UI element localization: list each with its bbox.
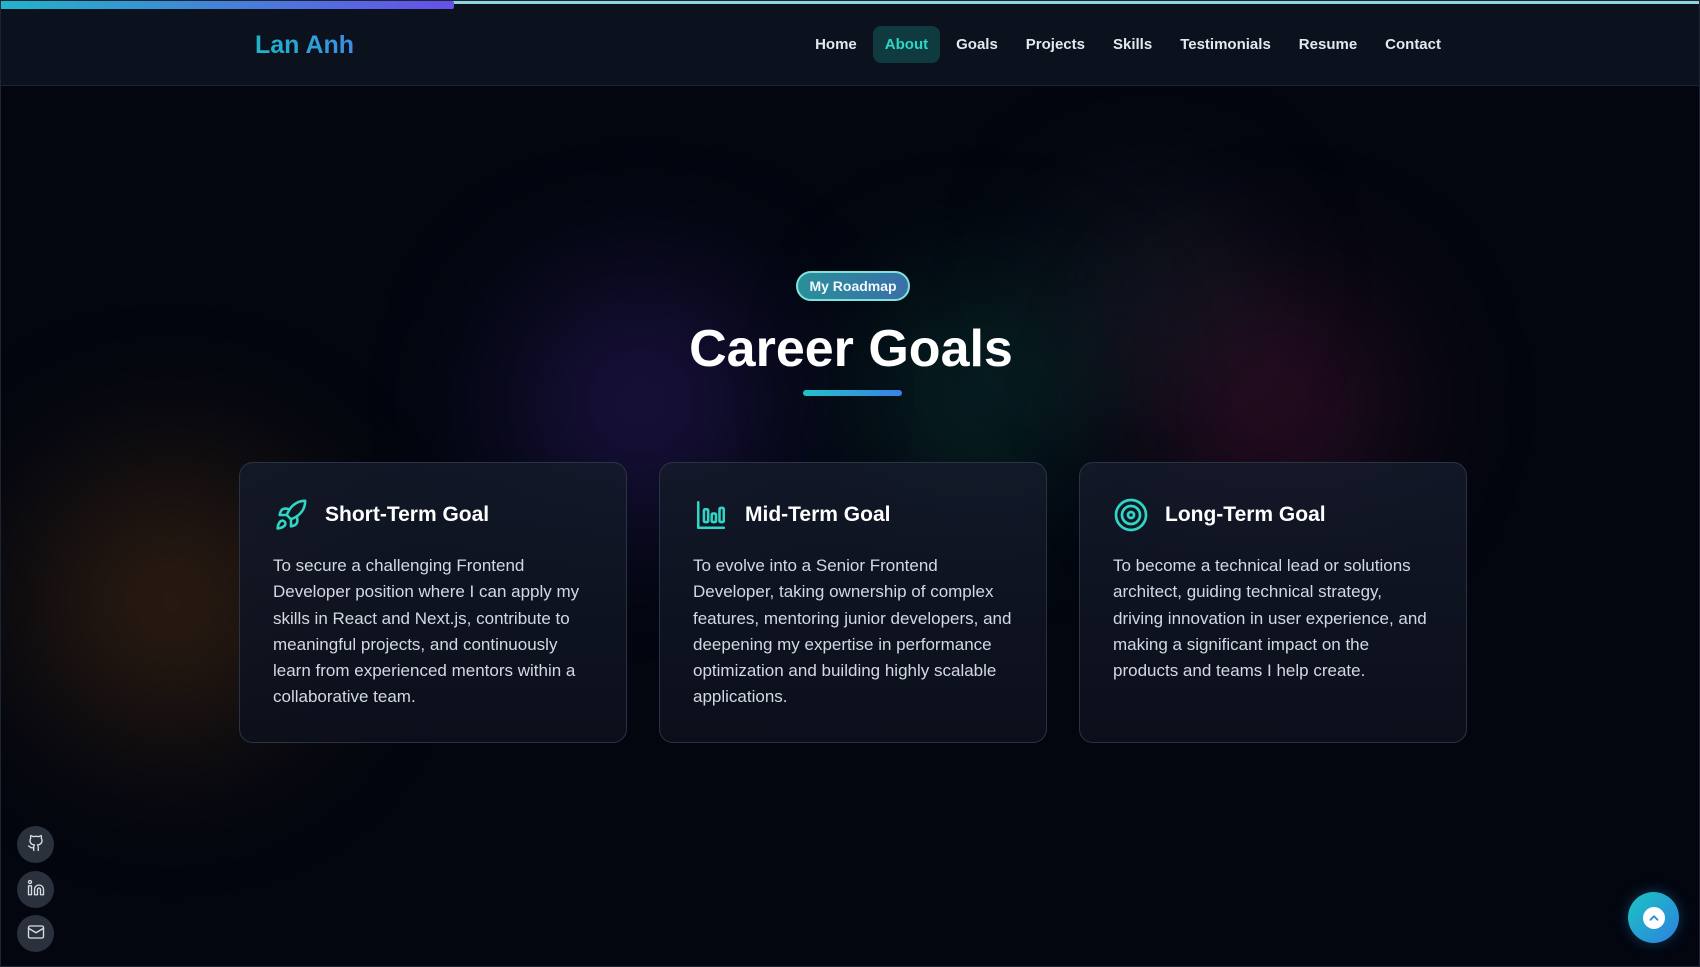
nav-goals[interactable]: Goals [944, 26, 1010, 63]
github-icon [27, 834, 45, 856]
site-header: Lan Anh Home About Goals Projects Skills… [1, 4, 1699, 86]
mail-icon [27, 923, 45, 945]
main-nav: Home About Goals Projects Skills Testimo… [803, 26, 1453, 63]
goal-card-mid-term: Mid-Term Goal To evolve into a Senior Fr… [659, 462, 1047, 743]
linkedin-icon [27, 879, 45, 901]
goal-title: Short-Term Goal [325, 503, 490, 526]
linkedin-button[interactable] [17, 871, 54, 908]
goal-description: To become a technical lead or solutions … [1113, 556, 1427, 681]
target-icon [1113, 497, 1149, 533]
section-title: Career Goals [689, 320, 1013, 378]
scroll-progress-bar [1, 1, 455, 9]
goal-title: Long-Term Goal [1165, 503, 1326, 526]
site-logo[interactable]: Lan Anh [255, 31, 354, 60]
email-button[interactable] [17, 915, 54, 952]
goal-title: Mid-Term Goal [745, 503, 891, 526]
goal-description: To evolve into a Senior Frontend Develop… [693, 556, 1012, 707]
section-badge: My Roadmap [796, 271, 910, 301]
bar-chart-icon [693, 497, 729, 533]
goal-card-long-term: Long-Term Goal To become a technical lea… [1079, 462, 1467, 743]
nav-testimonials[interactable]: Testimonials [1168, 26, 1283, 63]
title-underline [803, 390, 902, 396]
nav-projects[interactable]: Projects [1014, 26, 1097, 63]
goal-description: To secure a challenging Frontend Develop… [273, 556, 580, 707]
nav-contact[interactable]: Contact [1373, 26, 1453, 63]
github-button[interactable] [17, 826, 54, 863]
scroll-to-top-button[interactable] [1628, 892, 1679, 943]
nav-about[interactable]: About [872, 26, 941, 63]
nav-home[interactable]: Home [803, 26, 869, 63]
goal-card-short-term: Short-Term Goal To secure a challenging … [239, 462, 627, 743]
rocket-icon [273, 497, 309, 533]
page: Lan Anh Home About Goals Projects Skills… [0, 0, 1700, 967]
nav-skills[interactable]: Skills [1101, 26, 1164, 63]
nav-resume[interactable]: Resume [1287, 26, 1369, 63]
chevron-up-icon [1642, 906, 1665, 929]
